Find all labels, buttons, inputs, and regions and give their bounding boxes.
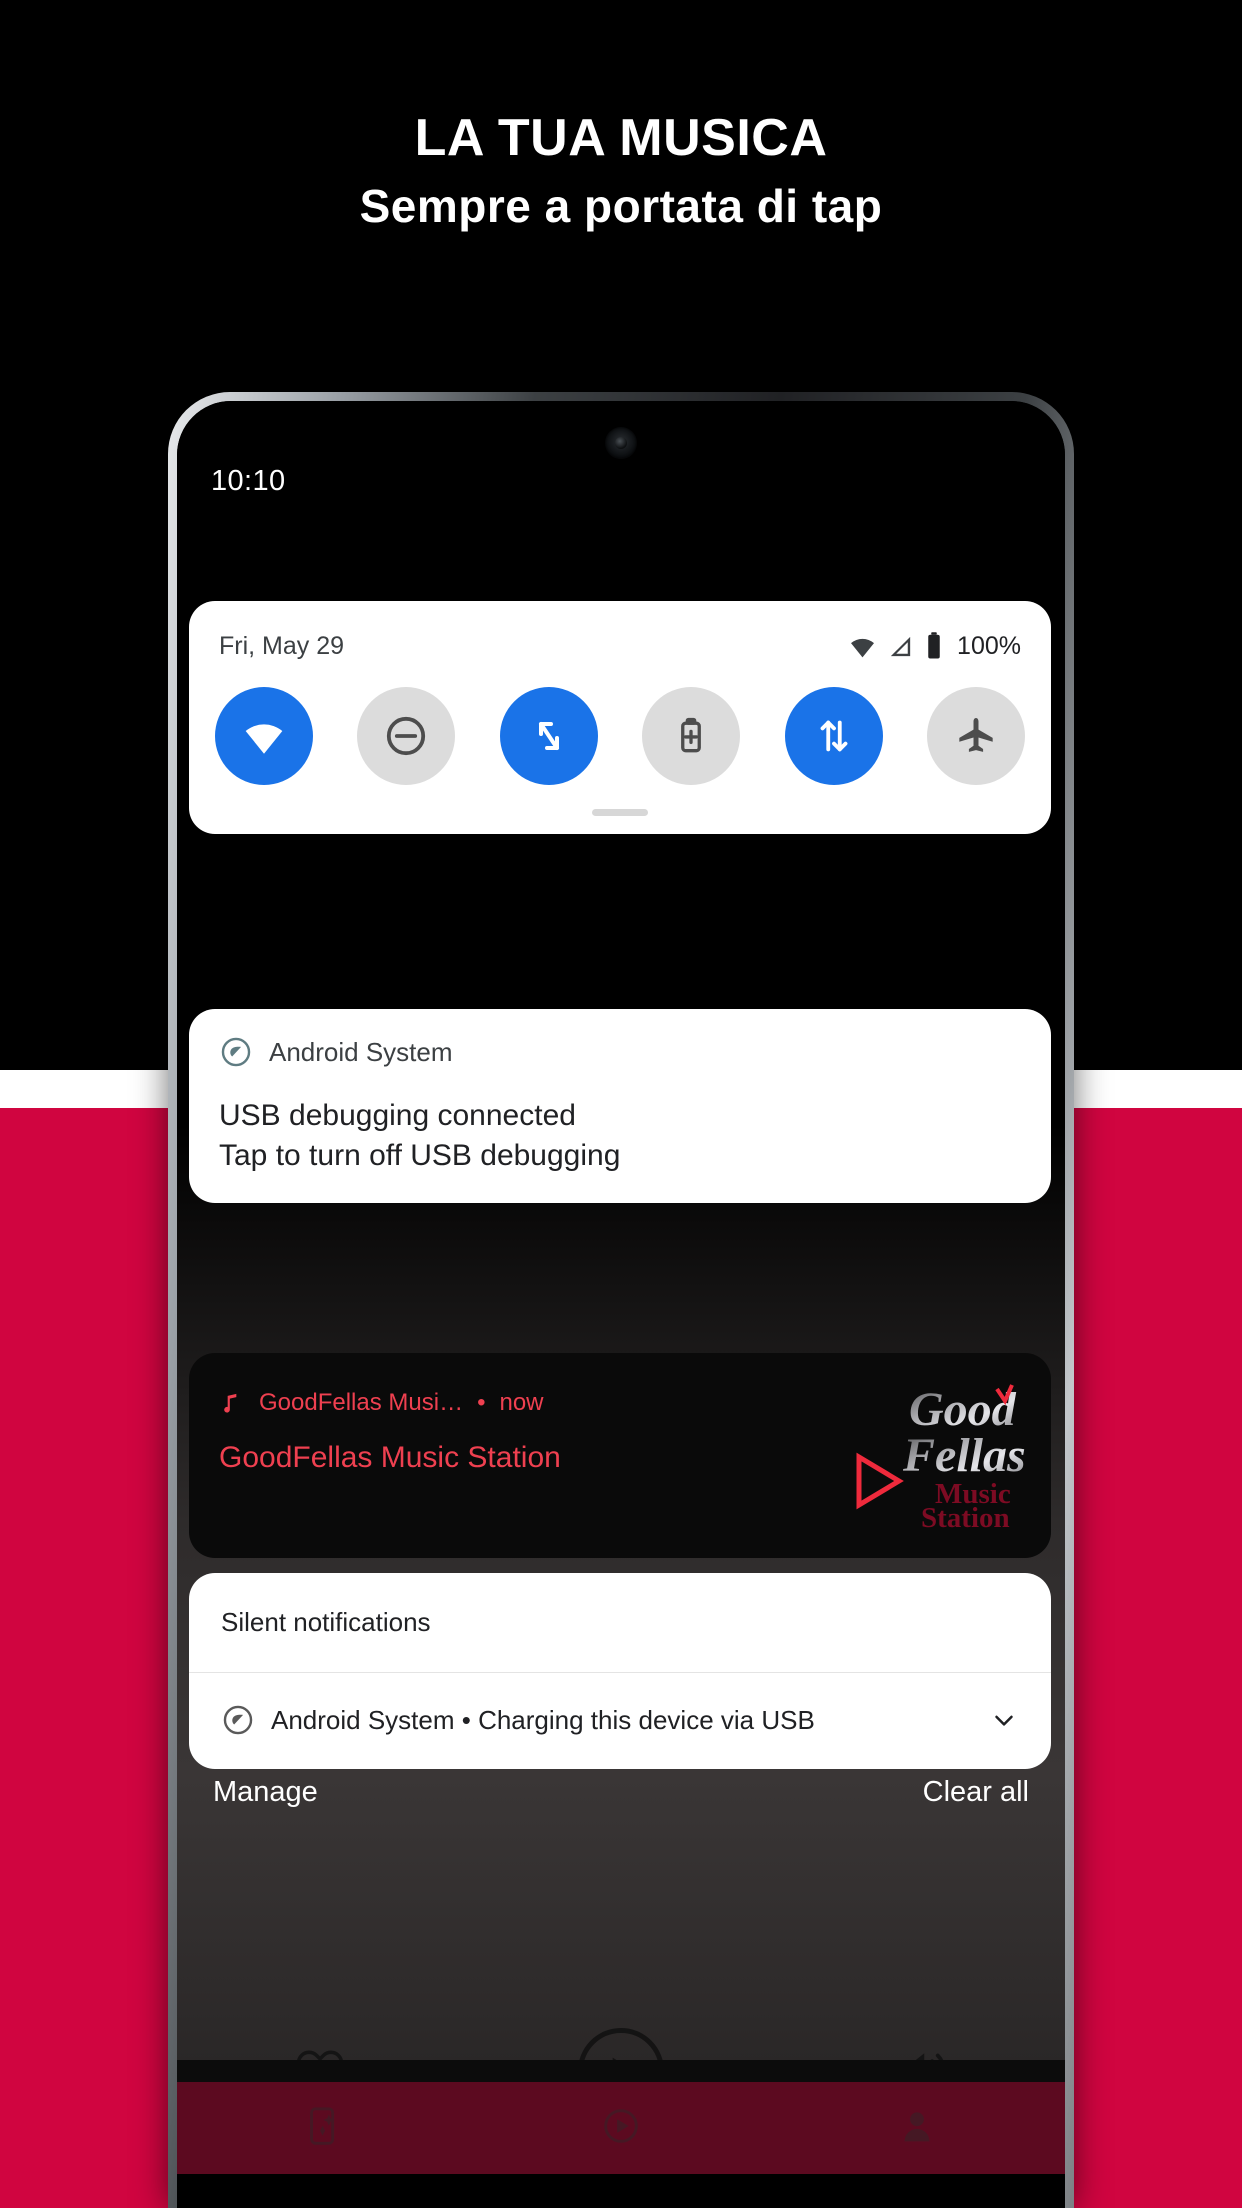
- artwork-line-2: Fellas: [902, 1429, 1026, 1482]
- wifi-tile[interactable]: [215, 687, 313, 785]
- airplane-mode-tile[interactable]: [926, 687, 1025, 785]
- media-separator: •: [477, 1389, 486, 1416]
- silent-notifications-card: Silent notifications Android System • Ch…: [189, 1573, 1051, 1769]
- nav-spacer: [177, 2060, 1065, 2082]
- manage-button[interactable]: Manage: [213, 1776, 318, 1809]
- battery-saver-tile[interactable]: [642, 687, 741, 785]
- clear-all-button[interactable]: Clear all: [923, 1776, 1029, 1809]
- mobile-data-icon: [820, 720, 847, 752]
- battery-saver-icon: [681, 717, 702, 753]
- wifi-icon: [245, 724, 283, 754]
- silent-notification-row[interactable]: Android System • Charging this device vi…: [189, 1673, 1051, 1769]
- shade-action-row: Manage Clear all: [177, 1776, 1065, 1809]
- quick-settings-date: Fri, May 29: [219, 631, 345, 660]
- auto-rotate-tile[interactable]: [499, 687, 598, 785]
- silent-notifications-header: Silent notifications: [221, 1607, 431, 1637]
- signal-icon: [890, 636, 911, 656]
- artwork-line-4: Station: [921, 1502, 1010, 1534]
- airplane-icon: [959, 717, 993, 752]
- notification-media-player[interactable]: GoodFellas Musi… • now GoodFellas Music …: [189, 1353, 1051, 1558]
- android-system-icon: [221, 1037, 251, 1067]
- notification-shade: 10:10 Fri, May 29 100% Android System US…: [177, 401, 1065, 2208]
- nav-play[interactable]: [598, 2103, 644, 2154]
- notification-app-name: Android System: [269, 1036, 453, 1067]
- media-timestamp: now: [499, 1389, 544, 1416]
- mobile-data-tile[interactable]: [784, 687, 883, 785]
- media-app-name: GoodFellas Musi…: [259, 1389, 464, 1416]
- battery-percent-label: 100%: [957, 631, 1021, 660]
- quick-settings-drag-handle[interactable]: [592, 809, 648, 816]
- front-camera: [605, 427, 637, 459]
- headline-line-1: LA TUA MUSICA: [414, 109, 828, 167]
- phone-screen: 10:10 Fri, May 29 100% Android System US…: [177, 401, 1065, 2208]
- status-icon-group: 100%: [848, 631, 1021, 661]
- battery-icon: [928, 632, 940, 659]
- quick-settings-panel: Fri, May 29 100%: [189, 601, 1051, 834]
- notification-title: USB debugging connected: [219, 1099, 576, 1132]
- album-artwork: Good Fellas Music Station: [847, 1375, 1033, 1537]
- status-bar: 10:10: [177, 459, 1065, 503]
- promo-headline: LA TUA MUSICA Sempre a portata di tap: [0, 108, 1242, 234]
- silent-notification-text: Android System • Charging this device vi…: [271, 1704, 815, 1735]
- nav-profile[interactable]: [894, 2103, 940, 2154]
- notification-subtitle: Tap to turn off USB debugging: [219, 1139, 621, 1172]
- nav-discover[interactable]: [302, 2103, 348, 2154]
- music-note-icon: [224, 1393, 237, 1413]
- do-not-disturb-tile[interactable]: [357, 687, 456, 785]
- android-system-icon: [223, 1705, 253, 1735]
- bottom-navigation-bar: [177, 2082, 1065, 2174]
- phone-mockup: 10:10 Fri, May 29 100% Android System US…: [168, 392, 1074, 2208]
- chevron-down-icon[interactable]: [989, 1705, 1019, 1735]
- wifi-icon: [851, 638, 875, 657]
- status-bar-clock: 10:10: [211, 464, 286, 497]
- quick-settings-tiles: [189, 665, 1051, 795]
- notification-app-row: Android System: [219, 1035, 1021, 1069]
- headline-line-2: Sempre a portata di tap: [359, 180, 883, 233]
- do-not-disturb-icon: [387, 716, 426, 756]
- quick-settings-header: Fri, May 29 100%: [189, 601, 1051, 665]
- notification-android-system[interactable]: Android System USB debugging connected T…: [189, 1009, 1051, 1203]
- gesture-nav-strip: [177, 2174, 1065, 2208]
- auto-rotate-icon: [538, 722, 559, 750]
